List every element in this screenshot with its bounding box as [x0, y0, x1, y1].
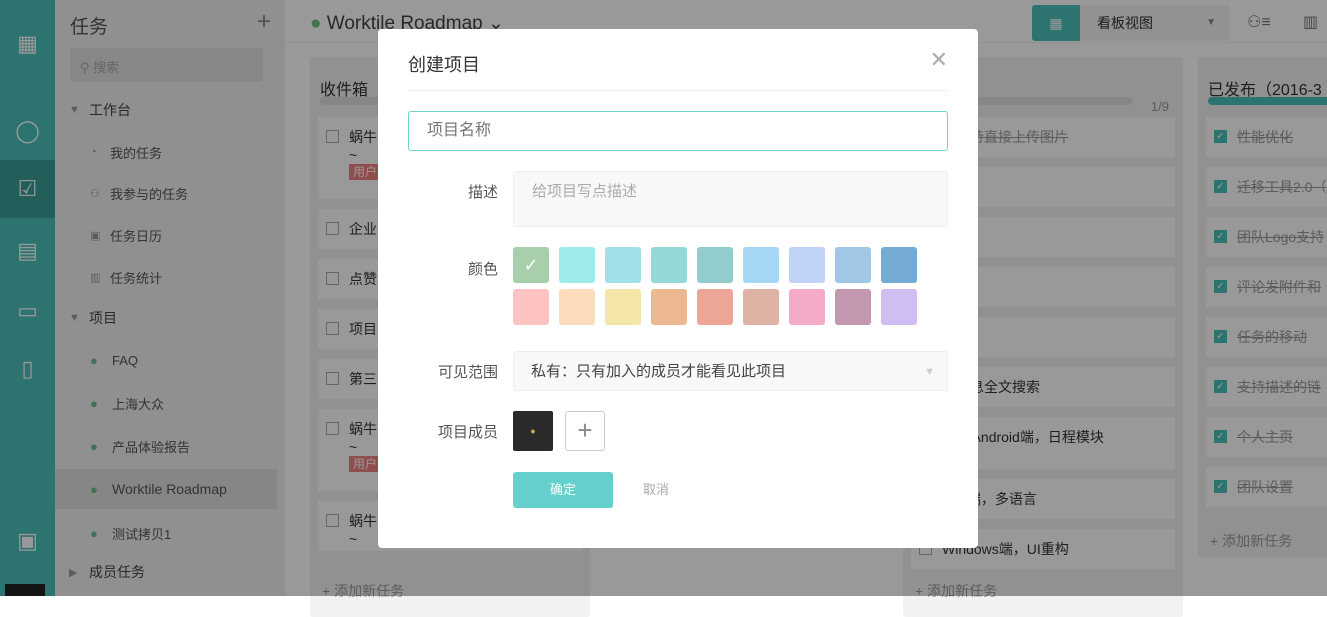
- color-swatch[interactable]: [881, 289, 917, 325]
- description-textarea[interactable]: 给项目写点描述: [513, 171, 948, 227]
- project-name-input[interactable]: [408, 111, 948, 151]
- cancel-button[interactable]: 取消: [643, 472, 669, 508]
- color-swatch[interactable]: [697, 289, 733, 325]
- members-label: 项目成员: [378, 421, 498, 442]
- color-swatch[interactable]: [789, 289, 825, 325]
- confirm-button[interactable]: 确定: [513, 472, 613, 508]
- color-swatch[interactable]: [605, 289, 641, 325]
- color-swatch[interactable]: [835, 289, 871, 325]
- visibility-value: 私有：只有加入的成员才能看见此项目: [531, 363, 786, 380]
- color-label: 颜色: [378, 258, 498, 279]
- color-swatch[interactable]: [513, 289, 549, 325]
- color-swatch[interactable]: [881, 247, 917, 283]
- color-swatch[interactable]: [697, 247, 733, 283]
- close-icon[interactable]: ✕: [930, 47, 948, 73]
- color-swatch[interactable]: ✓: [513, 247, 549, 283]
- divider: [408, 90, 948, 91]
- color-swatch[interactable]: [835, 247, 871, 283]
- dialog-title: 创建项目: [408, 51, 480, 77]
- caret-down-icon: ▼: [924, 352, 935, 392]
- color-swatch[interactable]: [651, 289, 687, 325]
- color-swatch[interactable]: [605, 247, 641, 283]
- color-swatch[interactable]: [559, 247, 595, 283]
- visibility-label: 可见范围: [378, 361, 498, 382]
- visibility-select[interactable]: 私有：只有加入的成员才能看见此项目 ▼: [513, 351, 948, 391]
- create-project-dialog: 创建项目 ✕ 描述 给项目写点描述 颜色 ✓ 可见范围 私有：只有加入的成员才能…: [378, 29, 978, 548]
- color-swatch[interactable]: [743, 289, 779, 325]
- desc-placeholder: 给项目写点描述: [532, 183, 637, 200]
- color-swatch[interactable]: [789, 247, 825, 283]
- color-swatch[interactable]: [559, 289, 595, 325]
- desc-label: 描述: [378, 181, 498, 202]
- color-swatch[interactable]: [743, 247, 779, 283]
- color-swatch[interactable]: [651, 247, 687, 283]
- member-avatar[interactable]: ●: [513, 411, 553, 451]
- add-member-button[interactable]: +: [565, 411, 605, 451]
